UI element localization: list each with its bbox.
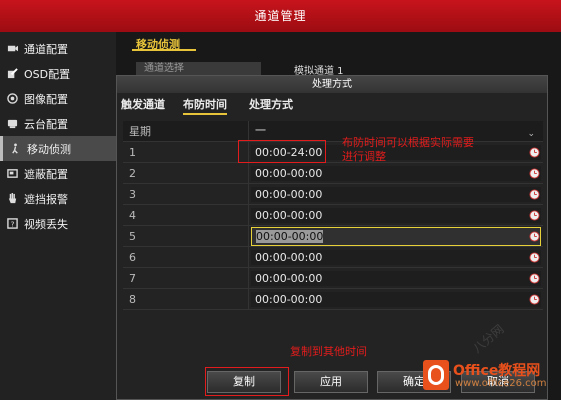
schedule-row: 1 00:00-24:00 xyxy=(123,142,543,163)
sidebar-item-label: OSD配置 xyxy=(24,67,71,81)
annotation-time-note-line1: 布防时间可以根据实际需要 xyxy=(342,136,474,149)
sidebar-item-channel-config[interactable]: 通道配置 xyxy=(0,36,116,61)
channel-select-label: 通道选择 xyxy=(136,62,261,76)
annotation-highlight-time xyxy=(238,140,326,163)
sidebar-item-label: 视频丢失 xyxy=(24,217,68,231)
sidebar-item-tamper-alarm[interactable]: 遮挡报警 xyxy=(0,186,116,211)
tab-trigger-channel[interactable]: 触发通道 xyxy=(121,96,165,112)
schedule-time-input[interactable]: 00:00-00:00 xyxy=(251,250,541,265)
schedule-row: 6 00:00-00:00 xyxy=(123,247,543,268)
schedule-time-input[interactable]: 00:00-00:00 xyxy=(251,271,541,286)
schedule-time-value: 00:00-00:00 xyxy=(255,188,323,201)
schedule-row: 5 00:00-00:00 xyxy=(123,226,543,247)
week-select-value: 一 xyxy=(255,124,266,137)
chevron-down-icon: ⌄ xyxy=(527,129,535,139)
schedule-time-value: 00:00-00:00 xyxy=(255,209,323,222)
sidebar-item-ptz-config[interactable]: 云台配置 xyxy=(0,111,116,136)
schedule-time-input[interactable]: 00:00-00:00 xyxy=(251,292,541,307)
schedule-time-input[interactable]: 00:00-00:00 xyxy=(251,227,541,246)
motion-icon xyxy=(10,143,21,154)
sidebar-item-video-loss[interactable]: ? 视频丢失 xyxy=(0,211,116,236)
sidebar-item-label: 移动侦测 xyxy=(27,142,71,156)
video-loss-icon: ? xyxy=(7,218,18,229)
sidebar-item-label: 遮挡报警 xyxy=(24,192,68,206)
sidebar-item-mask-config[interactable]: 遮蔽配置 xyxy=(0,161,116,186)
schedule-time-value: 00:00-00:00 xyxy=(255,167,323,180)
week-label: 星期 xyxy=(123,121,249,141)
mask-icon xyxy=(7,168,18,179)
clock-icon[interactable] xyxy=(529,294,540,305)
dialog-tabs: 触发通道 布防时间 处理方式 xyxy=(117,96,547,115)
clock-icon[interactable] xyxy=(529,189,540,200)
schedule-time-value: 00:00-00:00 xyxy=(256,230,324,243)
schedule-time-input[interactable]: 00:00-00:00 xyxy=(251,166,541,181)
clock-icon[interactable] xyxy=(529,147,540,158)
schedule-row-index: 5 xyxy=(123,226,249,246)
week-row: 星期 一 ⌄ xyxy=(123,121,543,142)
ptz-icon xyxy=(7,118,18,129)
schedule-time-input[interactable]: 00:00-00:00 xyxy=(251,208,541,223)
brand-name: Office教程网 xyxy=(453,363,541,379)
apply-button[interactable]: 应用 xyxy=(294,371,368,393)
clock-icon[interactable] xyxy=(529,231,540,242)
tab-handling-method[interactable]: 处理方式 xyxy=(249,96,293,112)
clock-icon[interactable] xyxy=(529,252,540,263)
tab-underline xyxy=(132,49,196,51)
camera-icon xyxy=(7,43,18,54)
dialog-title: 处理方式 xyxy=(117,76,547,93)
annotation-copy-note: 复制到其他时间 xyxy=(290,345,367,358)
annotation-time-note-line2: 进行调整 xyxy=(342,150,386,163)
sidebar-item-label: 通道配置 xyxy=(24,42,68,56)
schedule-row: 2 00:00-00:00 xyxy=(123,163,543,184)
annotation-highlight-copy xyxy=(205,367,289,396)
sidebar-item-motion-detection[interactable]: 移动侦测 xyxy=(0,136,116,161)
clock-icon[interactable] xyxy=(529,210,540,221)
tab-arming-schedule[interactable]: 布防时间 xyxy=(183,96,227,115)
brand-url: www.office26.com xyxy=(455,378,547,389)
schedule-time-input[interactable]: 00:00-00:00 xyxy=(251,187,541,202)
image-icon xyxy=(7,93,18,104)
clock-icon[interactable] xyxy=(529,273,540,284)
sidebar-item-osd-config[interactable]: OSD配置 xyxy=(0,61,116,86)
sidebar-item-label: 遮蔽配置 xyxy=(24,167,68,181)
schedule-time-value: 00:00-00:00 xyxy=(255,293,323,306)
sidebar: 通道配置 OSD配置 图像配置 云台配置 移动侦测 遮蔽配置 遮挡报警 ? 视频… xyxy=(0,32,116,400)
schedule-row-index: 2 xyxy=(123,163,249,183)
hand-icon xyxy=(7,193,18,204)
brand-logo-block: Office教程网 www.office26.com xyxy=(423,358,561,396)
schedule-row-index: 6 xyxy=(123,247,249,267)
schedule-row: 4 00:00-00:00 xyxy=(123,205,543,226)
schedule-row-index: 1 xyxy=(123,142,249,162)
sidebar-item-label: 云台配置 xyxy=(24,117,68,131)
sidebar-item-image-config[interactable]: 图像配置 xyxy=(0,86,116,111)
edit-icon xyxy=(7,68,18,79)
schedule-row-index: 7 xyxy=(123,268,249,288)
schedule-row: 3 00:00-00:00 xyxy=(123,184,543,205)
schedule-row-index: 8 xyxy=(123,289,249,309)
office-logo-icon xyxy=(423,360,449,390)
schedule-grid: 星期 一 ⌄ 1 00:00-24:00 2 00:00-00:00 3 00:00-00… xyxy=(123,121,543,310)
schedule-row: 8 00:00-00:00 xyxy=(123,289,543,310)
window-title: 通道管理 xyxy=(0,0,561,32)
sidebar-item-label: 图像配置 xyxy=(24,92,68,106)
clock-icon[interactable] xyxy=(529,168,540,179)
schedule-row-index: 4 xyxy=(123,205,249,225)
schedule-row: 7 00:00-00:00 xyxy=(123,268,543,289)
schedule-time-value: 00:00-00:00 xyxy=(255,251,323,264)
schedule-row-index: 3 xyxy=(123,184,249,204)
schedule-time-value: 00:00-00:00 xyxy=(255,272,323,285)
svg-text:?: ? xyxy=(11,219,15,228)
